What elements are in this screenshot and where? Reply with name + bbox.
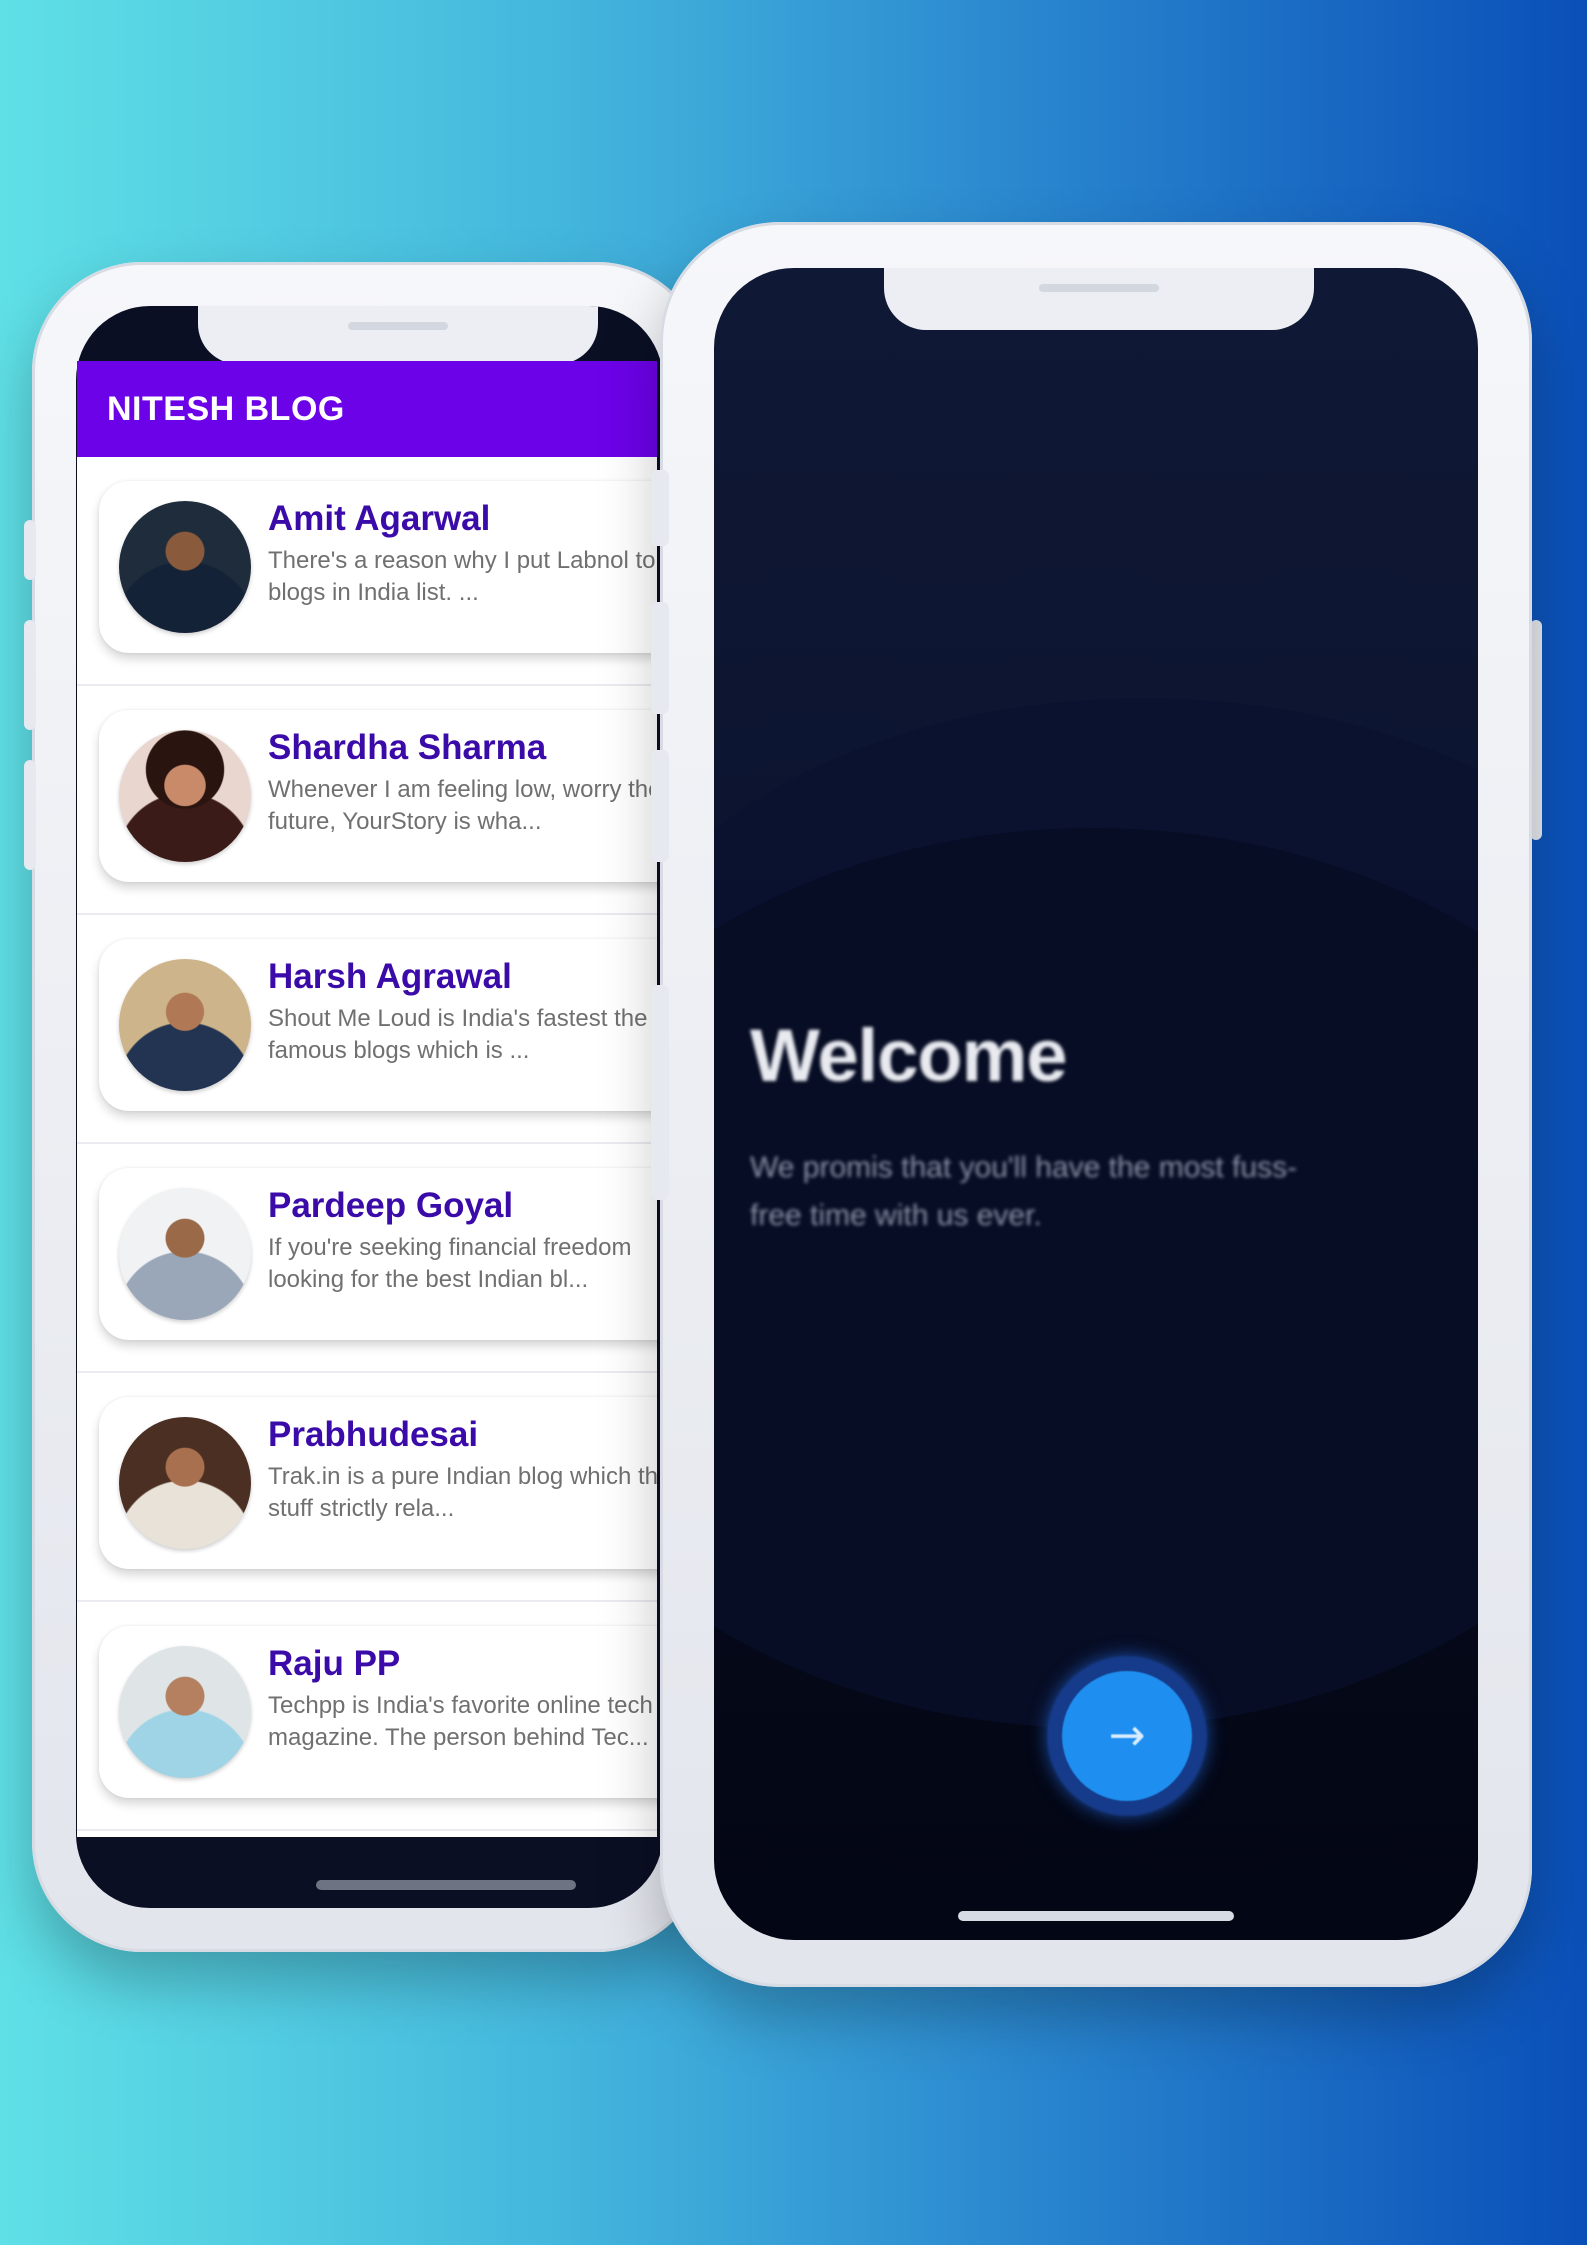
- author-name: Harsh Agrawal: [268, 957, 512, 996]
- author-excerpt: There's a reason why I put Labnol top bl…: [268, 547, 657, 606]
- right-home-indicator: [958, 1911, 1234, 1921]
- welcome-title: Welcome: [750, 1014, 1068, 1097]
- app-title: NITESH BLOG: [107, 389, 345, 428]
- author-card-pardeep-goyal[interactable]: Pardeep Goyal If you're seeking financia…: [99, 1168, 657, 1340]
- right-phone-mute-switch: [651, 470, 669, 546]
- left-phone-mute-switch: [24, 520, 36, 580]
- author-name: Prabhudesai: [268, 1415, 479, 1454]
- right-phone-notch: [884, 268, 1314, 330]
- blog-app: NITESH BLOG Amit Agarwal There's a reaso…: [77, 361, 657, 1837]
- author-list-row: Raju PP Techpp is India's favorite onlin…: [77, 1602, 657, 1831]
- avatar: [119, 959, 251, 1091]
- author-list-row: Harsh Agrawal Shout Me Loud is India's f…: [77, 915, 657, 1144]
- avatar: [119, 501, 251, 633]
- left-phone-notch: [198, 306, 598, 364]
- author-name: Raju PP: [268, 1644, 401, 1683]
- author-name: Pardeep Goyal: [268, 1186, 514, 1225]
- author-card-raju-pp[interactable]: Raju PP Techpp is India's favorite onlin…: [99, 1626, 657, 1798]
- avatar: [119, 1417, 251, 1549]
- left-phone-volume-down: [24, 760, 36, 870]
- author-list-row: Shardha Sharma Whenever I am feeling low…: [77, 686, 657, 915]
- author-card-harsh-agrawal[interactable]: Harsh Agrawal Shout Me Loud is India's f…: [99, 939, 657, 1111]
- author-card-shardha-sharma[interactable]: Shardha Sharma Whenever I am feeling low…: [99, 710, 657, 882]
- right-phone-frame: Welcome We promis that you'll have the m…: [660, 222, 1532, 1987]
- author-excerpt: Trak.in is a pure Indian blog which the …: [268, 1463, 657, 1522]
- welcome-screen: Welcome We promis that you'll have the m…: [714, 268, 1478, 1940]
- avatar: [119, 1188, 251, 1320]
- author-list-row: Amit Agarwal There's a reason why I put …: [77, 457, 657, 686]
- author-list-row: Prabhudesai Trak.in is a pure Indian blo…: [77, 1373, 657, 1602]
- left-phone-volume-up: [24, 620, 36, 730]
- author-card-prabhudesai[interactable]: Prabhudesai Trak.in is a pure Indian blo…: [99, 1397, 657, 1569]
- left-phone-speaker: [348, 322, 448, 330]
- right-phone-volume-up: [651, 602, 669, 714]
- author-excerpt: Shout Me Loud is India's fastest the fam…: [268, 1005, 648, 1064]
- next-button[interactable]: →: [1062, 1671, 1192, 1801]
- avatar: [119, 730, 251, 862]
- author-card-amit-agarwal[interactable]: Amit Agarwal There's a reason why I put …: [99, 481, 657, 653]
- avatar: [119, 1646, 251, 1778]
- right-phone-speaker: [1039, 284, 1159, 292]
- arrow-right-icon: →: [1108, 1710, 1146, 1761]
- app-bar: NITESH BLOG: [77, 361, 657, 457]
- author-excerpt: Whenever I am feeling low, worry the fut…: [268, 776, 657, 835]
- author-excerpt: Techpp is India's favorite online tech m…: [268, 1692, 653, 1751]
- author-name: Amit Agarwal: [268, 499, 491, 538]
- author-name: Shardha Sharma: [268, 728, 547, 767]
- author-list-row: Pardeep Goyal If you're seeking financia…: [77, 1144, 657, 1373]
- background-wave: [714, 828, 1478, 1728]
- right-phone-volume-down: [651, 750, 669, 862]
- author-excerpt: If you're seeking financial freedom look…: [268, 1234, 632, 1293]
- left-home-indicator: [316, 1880, 576, 1890]
- welcome-subtitle: We promis that you'll have the most fuss…: [750, 1151, 1298, 1232]
- right-phone-side-button: [651, 985, 669, 1200]
